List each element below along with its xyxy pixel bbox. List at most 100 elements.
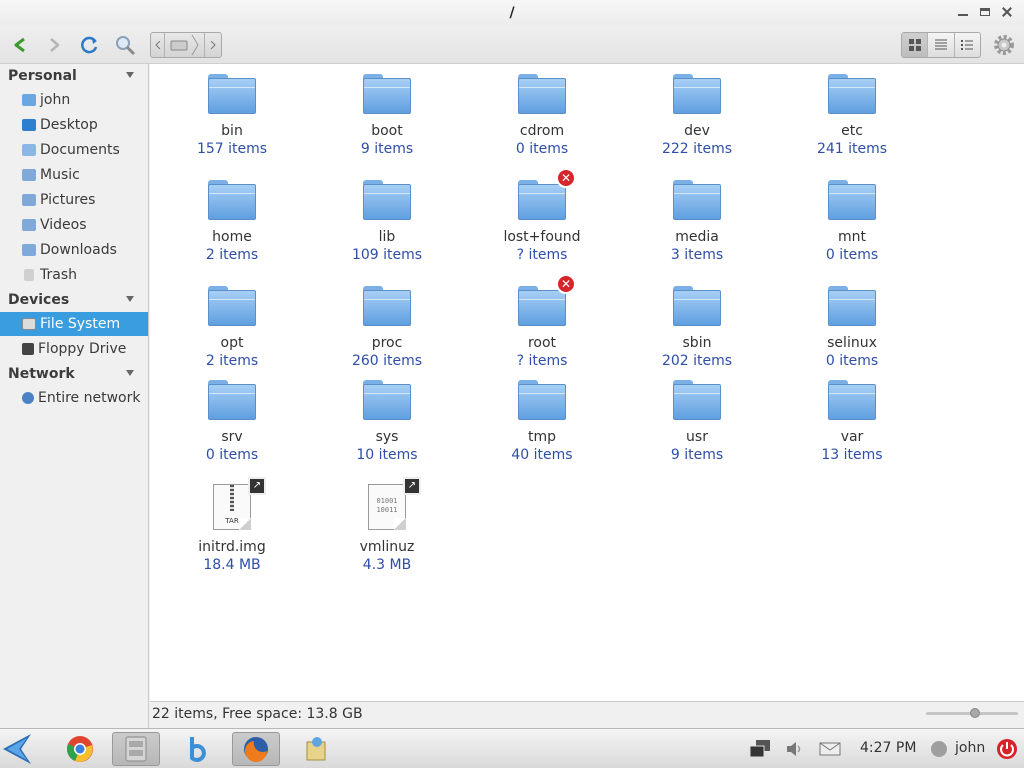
folder-icon bbox=[208, 180, 256, 220]
zoom-slider-handle[interactable] bbox=[970, 708, 980, 718]
sidebar-item-trash[interactable]: Trash bbox=[0, 263, 148, 287]
folder-item[interactable]: proc 260 items bbox=[322, 286, 452, 370]
user-name[interactable]: john bbox=[955, 740, 985, 756]
item-name: var bbox=[840, 429, 864, 445]
item-count: 157 items bbox=[196, 141, 268, 157]
item-count: 222 items bbox=[661, 141, 733, 157]
sidebar-item-file-system[interactable]: File System bbox=[0, 312, 148, 336]
file-item[interactable]: TAR ↗ initrd.img 18.4 MB bbox=[167, 477, 297, 574]
collapse-arrow-icon[interactable] bbox=[126, 370, 134, 376]
file-type-label: 01001 10011 bbox=[376, 497, 398, 514]
file-item[interactable]: 01001 10011 ↗ vmlinuz 4.3 MB bbox=[322, 477, 452, 574]
folder-item[interactable]: usr 9 items bbox=[632, 380, 762, 464]
sidebar-item-john[interactable]: john bbox=[0, 88, 148, 112]
power-icon bbox=[997, 739, 1017, 759]
sidebar-item-label: Music bbox=[40, 167, 80, 183]
folder-item[interactable]: mnt 0 items bbox=[787, 180, 917, 264]
folder-item[interactable]: tmp 40 items bbox=[477, 380, 607, 464]
folder-item[interactable]: media 3 items bbox=[632, 180, 762, 264]
sidebar-item-label: Pictures bbox=[40, 192, 96, 208]
path-scroll-right-button[interactable] bbox=[205, 33, 221, 57]
folder-item[interactable]: srv 0 items bbox=[167, 380, 297, 464]
user-status-icon bbox=[931, 741, 947, 757]
item-name: lost+found bbox=[503, 229, 581, 245]
back-button[interactable] bbox=[6, 31, 34, 59]
folder-item[interactable]: sys 10 items bbox=[322, 380, 452, 464]
path-root-button[interactable] bbox=[165, 33, 205, 57]
collapse-arrow-icon[interactable] bbox=[126, 296, 134, 302]
folder-item[interactable]: ✕ root ? items bbox=[477, 274, 607, 370]
desktop-icon bbox=[22, 119, 36, 131]
chevron-right-icon bbox=[210, 41, 216, 49]
icon-view-button[interactable] bbox=[902, 33, 929, 57]
unreadable-emblem-icon: ✕ bbox=[556, 274, 576, 294]
downloads-folder-icon bbox=[22, 244, 36, 256]
status-bar: 22 items, Free space: 13.8 GB bbox=[150, 701, 1024, 728]
folder-item[interactable]: opt 2 items bbox=[167, 286, 297, 370]
firefox-taskbar-button[interactable] bbox=[232, 732, 280, 766]
folder-item[interactable]: cdrom 0 items bbox=[477, 74, 607, 158]
search-button[interactable] bbox=[111, 31, 139, 59]
sidebar-item-music[interactable]: Music bbox=[0, 163, 148, 187]
folder-item[interactable]: dev 222 items bbox=[632, 74, 762, 158]
settings-button[interactable] bbox=[990, 31, 1018, 59]
sidebar-item-downloads[interactable]: Downloads bbox=[0, 238, 148, 262]
toolbar bbox=[0, 26, 1024, 64]
item-count: ? items bbox=[516, 247, 568, 263]
folder-item[interactable]: home 2 items bbox=[167, 180, 297, 264]
folder-item[interactable]: lib 109 items bbox=[322, 180, 452, 264]
sidebar-item-documents[interactable]: Documents bbox=[0, 138, 148, 162]
reload-button[interactable] bbox=[76, 31, 104, 59]
compact-view-button[interactable] bbox=[955, 33, 980, 57]
file-manager-taskbar-button[interactable] bbox=[112, 732, 160, 766]
floppy-icon bbox=[22, 343, 34, 355]
sidebar-section-personal[interactable]: Personal bbox=[8, 68, 77, 84]
file-view: bin 157 items boot 9 items cdrom 0 items… bbox=[150, 64, 1024, 701]
minimize-icon[interactable] bbox=[954, 4, 972, 20]
maximize-icon[interactable] bbox=[976, 4, 994, 20]
sidebar-section-devices[interactable]: Devices bbox=[8, 292, 69, 308]
collapse-arrow-icon[interactable] bbox=[126, 72, 134, 78]
sidebar-item-label: Floppy Drive bbox=[38, 341, 127, 357]
folder-item[interactable]: sbin 202 items bbox=[632, 286, 762, 370]
browser-b-taskbar-button[interactable] bbox=[174, 732, 222, 766]
item-name: opt bbox=[220, 335, 244, 351]
mail-tray-button[interactable] bbox=[815, 732, 845, 766]
forward-button[interactable] bbox=[40, 31, 68, 59]
network-tray-button[interactable] bbox=[740, 732, 780, 766]
sidebar-item-desktop[interactable]: Desktop bbox=[0, 113, 148, 137]
installer-taskbar-button[interactable] bbox=[292, 732, 340, 766]
chrome-taskbar-button[interactable] bbox=[56, 732, 104, 766]
sidebar-item-entire-network[interactable]: Entire network bbox=[0, 386, 148, 410]
folder-item[interactable]: boot 9 items bbox=[322, 74, 452, 158]
item-count: 0 items bbox=[205, 447, 259, 463]
folder-icon bbox=[208, 74, 256, 114]
folder-item[interactable]: var 13 items bbox=[787, 380, 917, 464]
documents-folder-icon bbox=[22, 144, 36, 156]
path-scroll-left-button[interactable] bbox=[151, 33, 165, 57]
list-view-button[interactable] bbox=[928, 33, 955, 57]
launcher-icon bbox=[3, 734, 31, 764]
back-arrow-icon bbox=[14, 37, 25, 53]
volume-tray-button[interactable] bbox=[780, 732, 808, 766]
zoom-slider[interactable] bbox=[926, 708, 1018, 718]
sidebar-item-pictures[interactable]: Pictures bbox=[0, 188, 148, 212]
clock[interactable]: 4:27 PM bbox=[860, 740, 916, 756]
close-icon[interactable] bbox=[998, 4, 1016, 20]
item-count: 260 items bbox=[351, 353, 423, 369]
power-button[interactable] bbox=[992, 732, 1022, 766]
sidebar-item-videos[interactable]: Videos bbox=[0, 213, 148, 237]
package-icon bbox=[306, 737, 326, 761]
launcher-button[interactable] bbox=[0, 732, 42, 766]
folder-icon bbox=[363, 180, 411, 220]
folder-item[interactable]: bin 157 items bbox=[167, 74, 297, 158]
sidebar-section-network[interactable]: Network bbox=[8, 366, 75, 382]
taskbar: 4:27 PM john bbox=[0, 728, 1024, 768]
folder-icon bbox=[828, 74, 876, 114]
sidebar-item-floppy-drive[interactable]: Floppy Drive bbox=[0, 337, 148, 361]
item-count: 109 items bbox=[351, 247, 423, 263]
folder-item[interactable]: ✕ lost+found ? items bbox=[477, 168, 607, 264]
folder-item[interactable]: etc 241 items bbox=[787, 74, 917, 158]
folder-item[interactable]: selinux 0 items bbox=[787, 286, 917, 370]
sidebar-item-label: Trash bbox=[40, 267, 77, 283]
